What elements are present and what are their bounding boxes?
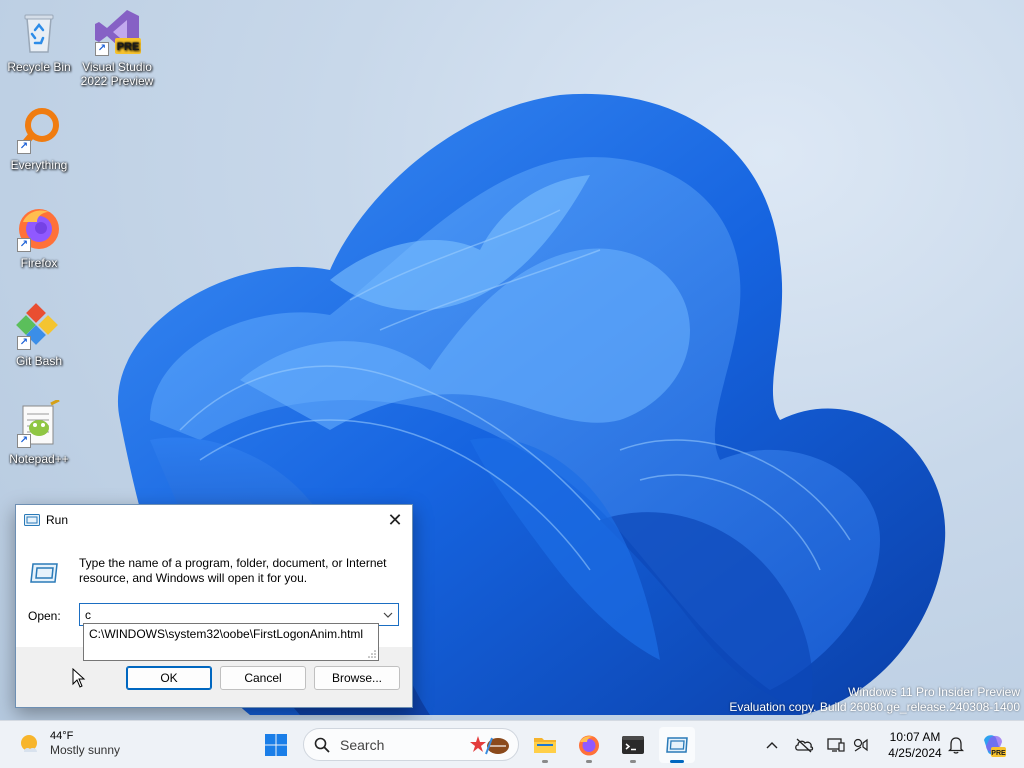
- active-indicator: [670, 760, 684, 763]
- watermark-line2: Evaluation copy. Build 26080.ge_release.…: [729, 700, 1020, 714]
- pre-badge: PRE: [117, 41, 140, 53]
- run-icon: [666, 737, 688, 753]
- watermark-line1: Windows 11 Pro Insider Preview: [848, 685, 1020, 699]
- notifications-button[interactable]: [946, 735, 966, 755]
- copilot-button[interactable]: PRE: [980, 732, 1006, 758]
- taskbar: 44°F Mostly sunny Search 10:07 AM 4/25/2…: [0, 720, 1024, 768]
- desktop-icon-label: Everything: [10, 158, 68, 172]
- mouse-pointer-icon: [72, 668, 86, 688]
- close-button[interactable]: ✕: [378, 505, 412, 535]
- network-volume-icon: [853, 738, 868, 752]
- autocomplete-list: C:\WINDOWS\system32\oobe\FirstLogonAnim.…: [83, 623, 379, 661]
- desktop-icon-notepad-plus-plus[interactable]: ↗ Notepad++: [0, 398, 78, 466]
- recycle-bin-icon: [24, 14, 54, 53]
- display-tray[interactable]: [826, 735, 846, 755]
- shortcut-arrow-icon: ↗: [17, 140, 31, 154]
- open-input[interactable]: [80, 604, 378, 625]
- show-hidden-icons-button[interactable]: [762, 735, 782, 755]
- chevron-up-icon: [766, 742, 778, 749]
- browse-button[interactable]: Browse...: [314, 666, 400, 690]
- start-button[interactable]: [258, 727, 294, 763]
- desktop-icon-label: Firefox: [20, 256, 58, 270]
- taskbar-file-explorer[interactable]: [527, 727, 563, 763]
- run-icon: [24, 514, 40, 526]
- desktop-icon-everything[interactable]: ↗ Everything: [0, 106, 78, 172]
- run-dialog-title: Run: [46, 513, 69, 527]
- search-icon: [314, 737, 330, 753]
- desktop-icon-git-bash[interactable]: ↗ Git Bash: [0, 302, 78, 368]
- taskbar-search[interactable]: Search: [303, 728, 519, 761]
- shortcut-arrow-icon: ↗: [17, 434, 31, 448]
- weather-condition: Mostly sunny: [50, 743, 121, 757]
- taskbar-terminal[interactable]: [615, 727, 651, 763]
- copilot-icon: PRE: [984, 735, 1006, 757]
- network-volume-tray[interactable]: [852, 735, 872, 755]
- taskbar-firefox[interactable]: [571, 727, 607, 763]
- desktop-icon-label: Git Bash: [15, 354, 63, 368]
- run-program-icon: [30, 563, 58, 583]
- terminal-icon: [622, 736, 644, 754]
- combo-dropdown-button[interactable]: [378, 604, 398, 625]
- evaluation-watermark: Windows 11 Pro Insider Preview Evaluatio…: [729, 685, 1020, 715]
- clock-date: 4/25/2024: [888, 746, 942, 760]
- weather-widget[interactable]: 44°F Mostly sunny: [18, 729, 120, 758]
- running-indicator: [542, 760, 548, 763]
- run-titlebar[interactable]: Run ✕: [16, 505, 412, 535]
- pre-badge: PRE: [991, 750, 1006, 757]
- weather-temperature: 44°F: [50, 730, 74, 742]
- desktop-icon-label: Notepad++: [9, 452, 69, 466]
- clock-time: 10:07 AM: [889, 730, 941, 744]
- sun-cloud-icon: [21, 734, 37, 752]
- cancel-button[interactable]: Cancel: [220, 666, 306, 690]
- onedrive-offline-icon: [795, 738, 814, 753]
- autocomplete-item[interactable]: C:\WINDOWS\system32\oobe\FirstLogonAnim.…: [89, 627, 373, 641]
- desktop-icon-recycle-bin[interactable]: Recycle Bin: [0, 8, 78, 74]
- running-indicator: [586, 760, 592, 763]
- chevron-down-icon: [383, 612, 393, 618]
- search-label: Search: [340, 736, 385, 753]
- shortcut-arrow-icon: ↗: [95, 42, 109, 56]
- folder-icon: [534, 738, 556, 753]
- display-icon: [827, 738, 845, 752]
- taskbar-run[interactable]: [659, 727, 695, 763]
- firefox-icon: [579, 735, 599, 756]
- shortcut-arrow-icon: ↗: [17, 336, 31, 350]
- desktop-icon-label: Visual Studio 2022 Preview: [80, 60, 154, 88]
- shortcut-arrow-icon: ↗: [17, 238, 31, 252]
- open-label: Open:: [28, 609, 61, 623]
- run-description: Type the name of a program, folder, docu…: [79, 556, 387, 585]
- search-highlight-icon: [470, 736, 509, 755]
- resize-grip-icon[interactable]: [368, 650, 376, 658]
- ok-button[interactable]: OK: [126, 666, 212, 690]
- desktop-icon-firefox[interactable]: ↗ Firefox: [0, 204, 78, 270]
- windows-logo-icon: [265, 734, 287, 756]
- bell-icon: [948, 737, 964, 754]
- close-icon: ✕: [387, 509, 403, 530]
- onedrive-tray[interactable]: [794, 735, 814, 755]
- desktop-icon-visual-studio[interactable]: PRE ↗ Visual Studio 2022 Preview: [78, 8, 156, 88]
- running-indicator: [630, 760, 636, 763]
- clock[interactable]: 10:07 AM 4/25/2024: [884, 729, 946, 761]
- desktop-icon-label: Recycle Bin: [7, 60, 71, 74]
